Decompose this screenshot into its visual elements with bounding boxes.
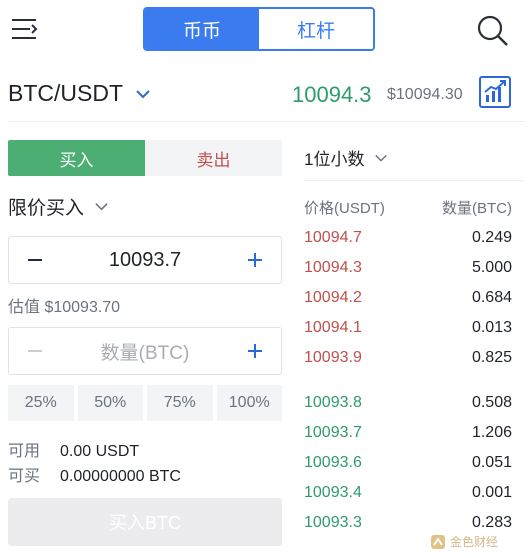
bid-price: 10093.4 [304,484,362,501]
orderbook-divider [304,180,524,181]
ask-qty: 0.684 [471,289,512,306]
ask-row[interactable]: 10094.1 0.013 [304,319,512,337]
fiat-price: $10094.30 [387,86,463,103]
chevron-down-icon [95,203,108,211]
ask-price: 10094.2 [304,289,362,306]
bid-price: 10093.7 [304,424,362,441]
sell-tab[interactable]: 卖出 [145,140,282,176]
header-divider [8,121,524,122]
qty-column-header: 数量(BTC) [442,200,512,217]
buy-tab[interactable]: 买入 [8,140,145,176]
watermark-logo-icon [431,534,445,549]
bid-row[interactable]: 10093.3 0.283 [304,514,512,532]
chevron-down-icon [375,154,388,162]
bid-row[interactable]: 10093.6 0.051 [304,454,512,472]
bid-price: 10093.8 [304,394,362,411]
amount-increase-button[interactable] [229,328,281,374]
buyable-row: 可买 0.00000000 BTC [8,462,181,486]
ask-price: 10094.1 [304,319,362,336]
percent-50-button[interactable]: 50% [77,385,143,421]
price-input[interactable]: 10093.7 [61,249,229,272]
percent-100-button[interactable]: 100% [216,385,282,421]
minus-icon [28,259,42,261]
submit-buy-button[interactable]: 买入BTC [8,498,282,546]
ask-price: 10093.9 [304,349,362,366]
tab-margin[interactable]: 杠杆 [259,9,373,49]
bid-price: 10093.6 [304,454,362,471]
orderbook-header: 价格(USDT) 数量(BTC) [304,197,512,218]
plus-icon [248,344,262,358]
order-type-select[interactable]: 限价买入 [8,193,109,220]
bid-row[interactable]: 10093.4 0.001 [304,484,512,502]
watermark-text: 金色财经 [450,535,499,549]
amount-decrease-button[interactable] [9,328,61,374]
decimals-select[interactable]: 1位小数 [304,145,388,170]
ask-price: 10094.3 [304,259,362,276]
order-type-label: 限价买入 [8,198,85,219]
bid-price: 10093.3 [304,514,362,531]
bid-qty: 0.283 [471,514,512,531]
ask-price: 10094.7 [304,229,362,246]
price-stepper: 10093.7 [8,236,282,284]
price-increase-button[interactable] [229,237,281,283]
minus-icon [28,350,42,352]
search-icon[interactable] [474,12,510,48]
chart-icon[interactable] [479,76,511,108]
ask-row[interactable]: 10094.3 5.000 [304,259,512,277]
percent-buttons: 25% 50% 75% 100% [8,385,282,421]
amount-input[interactable]: 数量(BTC) [61,338,229,365]
pair-name: BTC/USDT [8,80,123,106]
pair-selector[interactable]: BTC/USDT [8,80,151,107]
last-price: 10094.3 [292,82,372,107]
percent-75-button[interactable]: 75% [147,385,213,421]
price-estimate: 估值 $10093.70 [8,299,121,316]
percent-25-button[interactable]: 25% [8,385,74,421]
bid-qty: 1.206 [471,424,512,441]
price-decrease-button[interactable] [9,237,61,283]
menu-icon[interactable] [10,14,40,44]
price-column-header: 价格(USDT) [304,200,385,217]
bid-qty: 0.051 [471,454,512,471]
ask-qty: 0.249 [471,229,512,246]
market-type-switch: 币币 杠杆 [143,7,375,51]
ask-row[interactable]: 10093.9 0.825 [304,349,512,367]
tab-spot[interactable]: 币币 [145,9,259,49]
available-value: 0.00 USDT [60,443,140,460]
amount-stepper: 数量(BTC) [8,327,282,375]
plus-icon [248,253,262,267]
ask-qty: 0.825 [471,349,512,366]
decimals-label: 1位小数 [304,150,365,169]
ask-qty: 0.013 [471,319,512,336]
available-label: 可用 [8,443,41,460]
bid-qty: 0.001 [471,484,512,501]
bid-row[interactable]: 10093.8 0.508 [304,394,512,412]
chevron-down-icon [136,89,150,98]
available-row: 可用 0.00 USDT [8,437,139,461]
ask-row[interactable]: 10094.7 0.249 [304,229,512,247]
ask-row[interactable]: 10094.2 0.684 [304,289,512,307]
ask-qty: 5.000 [471,259,512,276]
bid-row[interactable]: 10093.7 1.206 [304,424,512,442]
buyable-label: 可买 [8,468,41,485]
bid-qty: 0.508 [471,394,512,411]
watermark: 金色财经 [430,533,498,550]
buyable-value: 0.00000000 BTC [60,468,181,485]
